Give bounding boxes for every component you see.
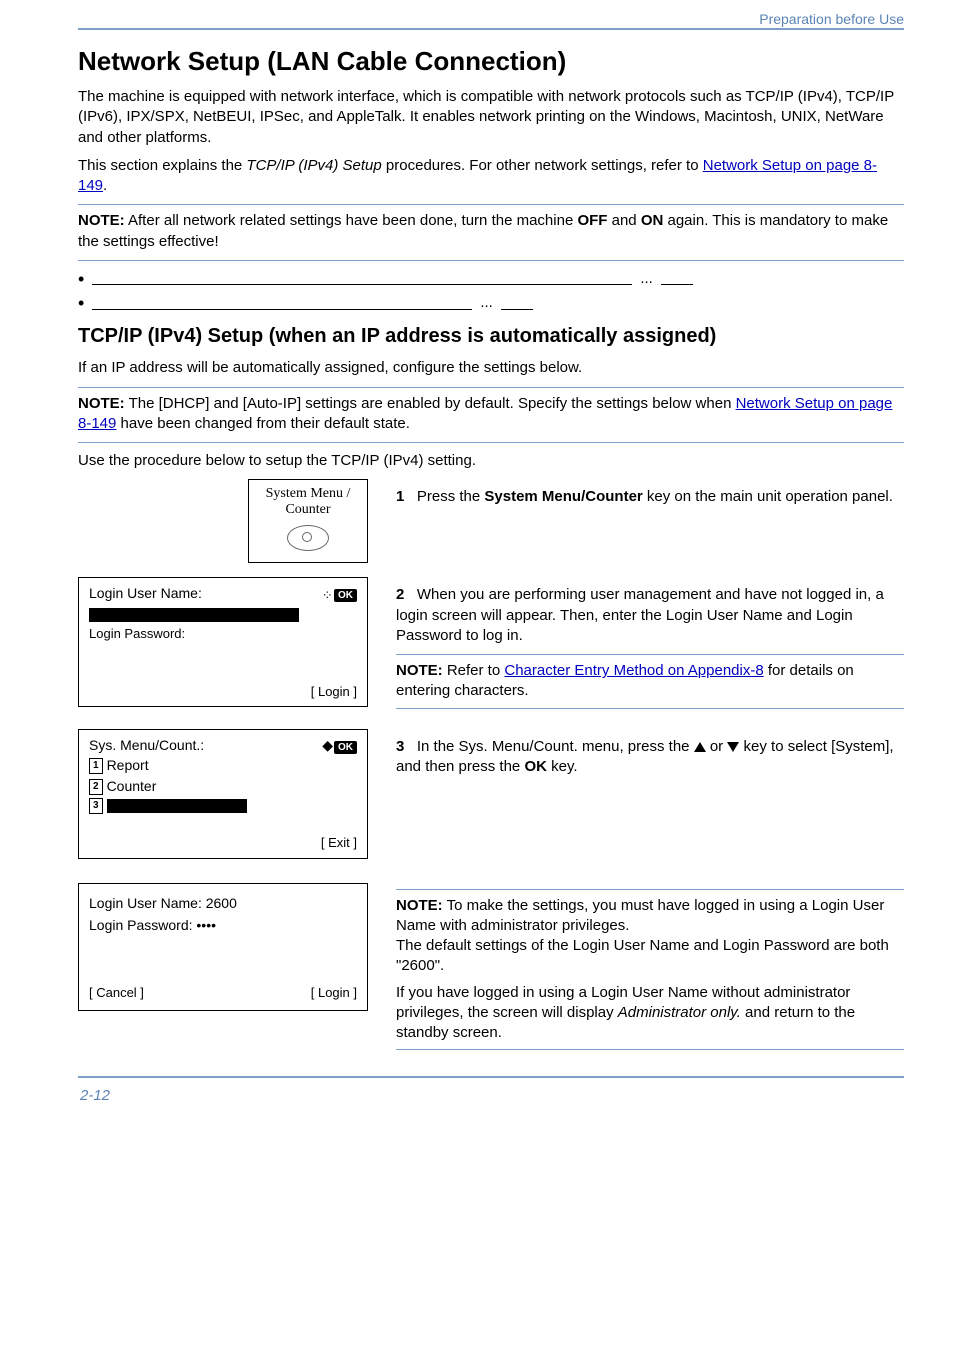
procedure-intro: Use the procedure below to setup the TCP… <box>78 451 904 471</box>
step-3-text: 3 In the Sys. Menu/Count. menu, press th… <box>396 737 904 778</box>
ok-icon: OK <box>334 589 357 602</box>
step-1-text: 1 Press the System Menu/Counter key on t… <box>396 487 904 507</box>
bullet-list: • ... • ... <box>78 269 904 314</box>
lcd-sys-menu: Sys. Menu/Count.: ◆OK 1Report 2Counter 3… <box>78 729 368 859</box>
button-oval-icon <box>287 525 329 551</box>
sub-intro: If an IP address will be automatically a… <box>78 358 904 378</box>
intro-text: The machine is equipped with network int… <box>78 87 904 148</box>
bullet-item: • ... <box>78 293 904 313</box>
note-box-1: NOTE: After all network related settings… <box>78 204 904 261</box>
page-number: 2-12 <box>78 1086 904 1106</box>
section-title: Network Setup (LAN Cable Connection) <box>78 44 904 79</box>
bullet-item: • ... <box>78 269 904 289</box>
bottom-rule <box>78 1076 904 1078</box>
link-char-entry[interactable]: Character Entry Method on Appendix-8 <box>504 662 763 679</box>
admin-note-2: If you have logged in using a Login User… <box>396 983 904 1044</box>
explain-text: This section explains the TCP/IP (IPv4) … <box>78 156 904 197</box>
note-label: NOTE: <box>78 212 125 229</box>
lcd-admin-login: Login User Name: 2600 Login Password: ••… <box>78 883 368 1011</box>
header-breadcrumb: Preparation before Use <box>759 10 904 29</box>
ok-icon: OK <box>334 741 357 754</box>
dpad-icon: ◆ <box>322 737 331 753</box>
system-menu-counter-key: System Menu / Counter <box>248 479 368 563</box>
redacted-item <box>107 799 247 813</box>
triangle-up-icon <box>694 742 706 752</box>
text-cursor-icon: ·:· <box>323 586 331 602</box>
step-2-text: 2 When you are performing user managemen… <box>396 585 904 646</box>
step-2-note: NOTE: Refer to Character Entry Method on… <box>396 661 904 702</box>
triangle-down-icon <box>727 742 739 752</box>
note-box-2: NOTE: The [DHCP] and [Auto-IP] settings … <box>78 387 904 444</box>
lcd-login-screen: Login User Name: ·:·OK Login Password: [… <box>78 577 368 707</box>
subsection-title: TCP/IP (IPv4) Setup (when an IP address … <box>78 323 904 350</box>
redacted-field <box>89 608 299 622</box>
admin-note: NOTE: To make the settings, you must hav… <box>396 896 904 977</box>
